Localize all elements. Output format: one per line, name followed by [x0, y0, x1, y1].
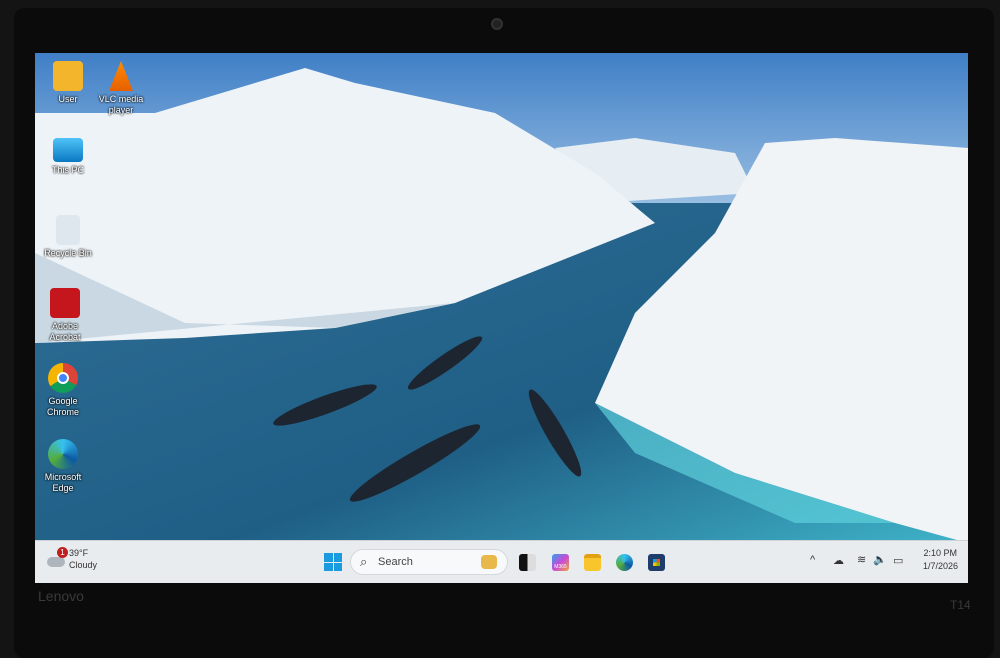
edge-taskbar-button[interactable]	[616, 554, 633, 571]
model-label: T14	[950, 598, 971, 612]
store-button[interactable]	[648, 554, 665, 571]
wallpaper	[35, 53, 968, 543]
vlc-icon	[109, 61, 133, 91]
weather-condition: Cloudy	[69, 560, 98, 570]
desktop-icon-user[interactable]: User	[40, 61, 96, 105]
desktop-icon-acrobat[interactable]: Adobe Acrobat	[37, 288, 93, 343]
volume-icon[interactable]: 🔈	[873, 553, 887, 566]
desktop-icon-chrome[interactable]: Google Chrome	[35, 363, 91, 418]
desktop-screen: User VLC media player This PC Recycle Bi…	[35, 53, 968, 583]
icon-label: This PC	[51, 165, 84, 175]
webcam	[491, 18, 503, 30]
weather-widget[interactable]: 1 39°F Cloudy	[47, 547, 127, 577]
show-hidden-icons-button[interactable]: ^	[810, 554, 815, 566]
search-icon: ⌕	[360, 554, 368, 569]
edge-icon	[48, 439, 78, 469]
weather-temp: 39°F	[69, 548, 89, 558]
m365-label: M365	[554, 564, 567, 570]
search-box[interactable]: ⌕ Search	[350, 549, 508, 575]
task-view-button[interactable]	[519, 554, 536, 571]
folder-user-icon	[53, 61, 83, 91]
search-highlight-icon	[481, 555, 497, 569]
acrobat-icon	[50, 288, 80, 318]
file-explorer-button[interactable]	[584, 554, 601, 571]
wifi-icon[interactable]: ≋	[857, 553, 866, 566]
icon-label: Microsoft Edge	[44, 472, 82, 493]
icon-label: Adobe Acrobat	[49, 321, 81, 342]
desktop-icon-edge[interactable]: Microsoft Edge	[35, 439, 91, 494]
taskbar: 1 39°F Cloudy ⌕ Search M365 ^ ☁ ≋ 🔈 ▭ 2:…	[35, 540, 968, 583]
cloud-icon	[47, 557, 65, 567]
start-button[interactable]	[324, 553, 342, 571]
icon-label: User	[58, 94, 78, 104]
monitor-icon	[53, 138, 83, 162]
notification-badge: 1	[57, 547, 68, 558]
battery-icon[interactable]: ▭	[893, 554, 903, 567]
brand-logo: Lenovo	[38, 588, 84, 604]
clock-time: 2:10 PM	[923, 548, 957, 558]
recycle-bin-icon	[56, 215, 80, 245]
clock-date: 1/7/2026	[923, 561, 959, 571]
clock[interactable]: 2:10 PM 1/7/2026	[923, 548, 959, 571]
icon-label: Recycle Bin	[44, 248, 92, 258]
desktop-icon-this-pc[interactable]: This PC	[40, 138, 96, 176]
desktop-icon-recycle-bin[interactable]: Recycle Bin	[40, 215, 96, 259]
icon-label: VLC media player	[98, 94, 144, 115]
icon-label: Google Chrome	[46, 396, 79, 417]
search-placeholder: Search	[378, 556, 413, 568]
desktop-icon-vlc[interactable]: VLC media player	[93, 61, 149, 116]
microsoft-365-button[interactable]: M365	[552, 554, 569, 571]
chrome-icon	[48, 363, 78, 393]
onedrive-icon[interactable]: ☁	[833, 554, 844, 567]
